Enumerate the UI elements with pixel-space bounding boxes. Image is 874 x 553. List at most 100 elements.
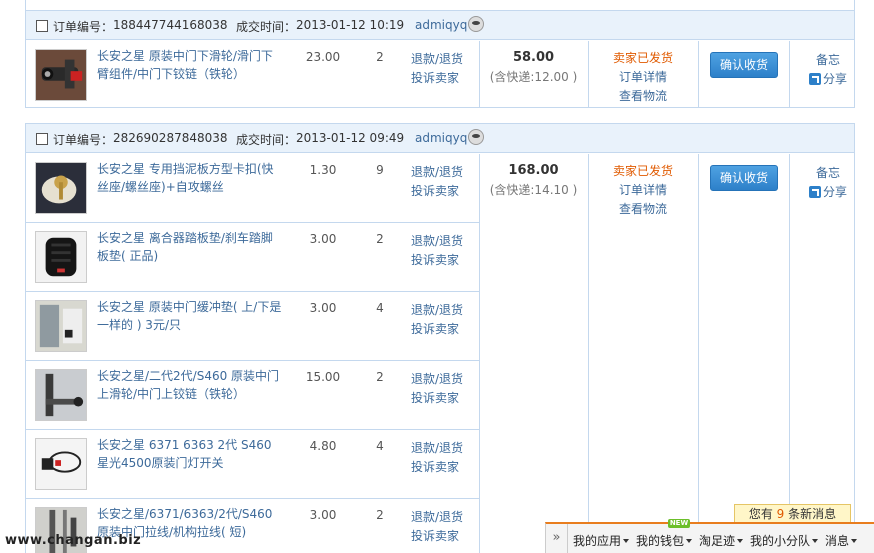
order-time-label: 成交时间： <box>236 20 297 34</box>
order-number: 188447744168038 <box>113 18 228 32</box>
toolbar-my-apps[interactable]: 我的应用 <box>573 532 630 549</box>
buyer-name[interactable]: admiqyq <box>415 131 467 145</box>
toolbar-label: 我的小分队 <box>750 534 811 548</box>
unit-price: 23.00 <box>305 50 341 64</box>
order-time: 2013-01-12 09:49 <box>296 131 405 145</box>
order-header: 订单编号： 282690287848038 成交时间： 2013-01-12 0… <box>26 124 854 153</box>
memo-link[interactable]: 备忘 <box>804 51 852 70</box>
dropdown-arrow-icon <box>623 539 630 543</box>
column-divider <box>789 154 790 553</box>
confirm-receipt-button[interactable]: 确认收货 <box>710 52 778 78</box>
buyer-name[interactable]: admiqyq <box>415 18 467 32</box>
complain-seller-link[interactable]: 投诉卖家 <box>411 251 471 270</box>
toolbar-messages[interactable]: 消息 <box>825 532 858 549</box>
quantity: 4 <box>376 301 384 315</box>
product-thumbnail[interactable] <box>35 162 87 214</box>
item-actions: 退款/退货 投诉卖家 <box>411 163 471 201</box>
refund-link[interactable]: 退款/退货 <box>411 508 471 527</box>
order-total: 58.00 (含快递:12.00 ) <box>479 41 588 85</box>
order-checkbox[interactable] <box>36 133 48 145</box>
refund-link[interactable]: 退款/退货 <box>411 163 471 182</box>
column-divider <box>789 41 790 107</box>
share-icon <box>808 73 821 85</box>
unit-price: 3.00 <box>309 232 337 246</box>
product-thumbnail[interactable] <box>35 438 87 490</box>
order-item-row: 长安之星 6371 6363 2代 S460 星光4500原装门灯开关 4.80… <box>26 430 479 499</box>
toolbar-label: 消息 <box>825 534 850 548</box>
refund-link[interactable]: 退款/退货 <box>411 370 471 389</box>
refund-link[interactable]: 退款/退货 <box>411 301 471 320</box>
product-thumbnail[interactable] <box>35 300 87 352</box>
item-actions: 退款/退货 投诉卖家 <box>411 508 471 546</box>
product-thumbnail[interactable] <box>35 231 87 283</box>
share-label: 分享 <box>822 185 847 199</box>
share-button[interactable]: 分享 <box>804 183 852 202</box>
quantity: 2 <box>376 50 384 64</box>
product-thumbnail[interactable] <box>35 49 87 101</box>
order-detail-link[interactable]: 订单详情 <box>588 68 698 87</box>
order-detail-link[interactable]: 订单详情 <box>588 181 698 200</box>
complain-seller-link[interactable]: 投诉卖家 <box>411 458 471 477</box>
unit-price: 15.00 <box>305 370 341 384</box>
order-time-label: 成交时间： <box>236 133 297 147</box>
unit-price: 4.80 <box>309 439 337 453</box>
toolbar-label: 我的钱包 <box>636 534 685 548</box>
refund-link[interactable]: 退款/退货 <box>411 232 471 251</box>
product-title-link[interactable]: 长安之星/二代2代/S460 原装中门上滑轮/中门上铰链（铁轮） <box>97 367 282 403</box>
order-number-label: 订单编号： <box>53 133 114 147</box>
item-actions: 退款/退货 投诉卖家 <box>411 232 471 270</box>
status-text: 卖家已发货 <box>612 164 673 178</box>
dropdown-arrow-icon <box>851 539 858 543</box>
order-item-row: 长安之星 离合器踏板垫/刹车踏脚板垫( 正品) 3.00 2 退款/退货 投诉卖… <box>26 223 479 292</box>
product-title-link[interactable]: 长安之星 原装中门缓冲垫( 上/下是一样的 ) 3元/只 <box>97 298 282 334</box>
toolbar-my-wallet[interactable]: 我的钱包 <box>636 532 693 549</box>
wangwang-chat-icon[interactable] <box>468 16 484 32</box>
status-text: 卖家已发货 <box>612 51 673 65</box>
shipping-fee: (含快递:14.10 ) <box>489 183 578 197</box>
toolbar-label: 我的应用 <box>573 534 622 548</box>
product-title-link[interactable]: 长安之星 原装中门下滑轮/滑门下臂组件/中门下铰链（铁轮） <box>97 47 282 83</box>
unit-price: 3.00 <box>309 508 337 522</box>
complain-seller-link[interactable]: 投诉卖家 <box>411 389 471 408</box>
refund-link[interactable]: 退款/退货 <box>411 50 471 69</box>
toolbar-my-team[interactable]: 我的小分队 <box>750 532 819 549</box>
share-label: 分享 <box>822 72 847 86</box>
order-status: 卖家已发货 订单详情 查看物流 <box>588 154 698 219</box>
complain-seller-link[interactable]: 投诉卖家 <box>411 182 471 201</box>
product-title-link[interactable]: 长安之星 离合器踏板垫/刹车踏脚板垫( 正品) <box>97 229 282 265</box>
dropdown-arrow-icon <box>812 539 819 543</box>
memo-area: 备忘 分享 <box>804 164 852 202</box>
wangwang-chat-icon[interactable] <box>468 129 484 145</box>
unit-price: 3.00 <box>309 301 337 315</box>
order-card: 订单编号： 282690287848038 成交时间： 2013-01-12 0… <box>25 123 855 553</box>
order-number-label: 订单编号： <box>53 20 114 34</box>
share-icon <box>808 186 821 198</box>
confirm-receipt-button[interactable]: 确认收货 <box>710 165 778 191</box>
order-header: 订单编号： 188447744168038 成交时间： 2013-01-12 1… <box>26 11 854 40</box>
column-divider <box>479 154 480 553</box>
order-checkbox[interactable] <box>36 20 48 32</box>
refund-link[interactable]: 退款/退货 <box>411 439 471 458</box>
complain-seller-link[interactable]: 投诉卖家 <box>411 320 471 339</box>
column-divider <box>698 41 699 107</box>
total-amount: 168.00 <box>508 163 559 178</box>
complain-seller-link[interactable]: 投诉卖家 <box>411 69 471 88</box>
item-actions: 退款/退货 投诉卖家 <box>411 439 471 477</box>
memo-area: 备忘 分享 <box>804 51 852 89</box>
order-card: 订单编号： 188447744168038 成交时间： 2013-01-12 1… <box>25 10 855 108</box>
share-button[interactable]: 分享 <box>804 70 852 89</box>
complain-seller-link[interactable]: 投诉卖家 <box>411 527 471 546</box>
view-logistics-link[interactable]: 查看物流 <box>588 200 698 219</box>
collapse-toolbar-icon[interactable]: » <box>546 524 568 553</box>
toolbar-footprints[interactable]: 淘足迹 <box>699 532 744 549</box>
total-amount: 58.00 <box>512 50 555 65</box>
view-logistics-link[interactable]: 查看物流 <box>588 87 698 106</box>
product-title-link[interactable]: 长安之星 专用挡泥板方型卡扣(快丝座/螺丝座)+自攻螺丝 <box>97 160 282 196</box>
quantity: 9 <box>376 163 384 177</box>
product-title-link[interactable]: 长安之星 6371 6363 2代 S460 星光4500原装门灯开关 <box>97 436 282 472</box>
memo-link[interactable]: 备忘 <box>804 164 852 183</box>
new-badge: NEW <box>668 519 690 528</box>
order-item-row: 长安之星 原装中门下滑轮/滑门下臂组件/中门下铰链（铁轮） 23.00 2 退款… <box>26 41 479 110</box>
column-divider <box>698 154 699 553</box>
product-thumbnail[interactable] <box>35 369 87 421</box>
